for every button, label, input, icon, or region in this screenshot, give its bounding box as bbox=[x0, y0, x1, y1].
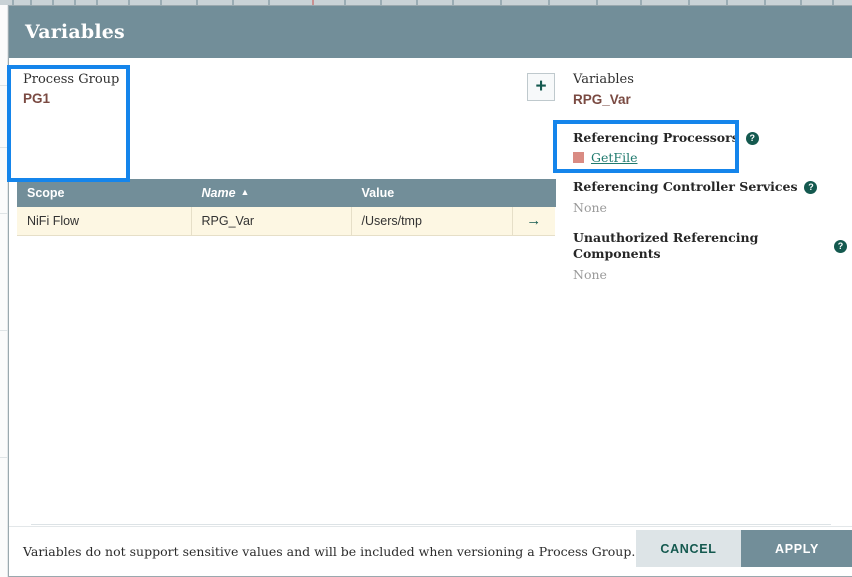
cell-value: /Users/tmp bbox=[351, 207, 513, 236]
help-icon[interactable]: ? bbox=[834, 239, 847, 253]
table-header-row: Scope Name ▲ Value bbox=[17, 179, 556, 207]
referencing-controller-services-empty: None bbox=[573, 200, 607, 215]
dialog-footer: Variables do not support sensitive value… bbox=[9, 524, 852, 576]
variables-table: Scope Name ▲ Value NiFi Flow RPG_Var /Use… bbox=[17, 179, 556, 236]
referencing-controller-services-section: Referencing Controller Services ? None bbox=[527, 179, 847, 216]
process-group-label: Process Group bbox=[23, 72, 120, 87]
dialog-title: Variables bbox=[25, 21, 125, 43]
unauthorized-referencing-components-section: Unauthorized Referencing Components ? No… bbox=[527, 230, 847, 283]
dialog-body: Process Group PG1 Scope Name ▲ Value NiF… bbox=[9, 58, 852, 528]
column-header-name-label: Name bbox=[201, 186, 236, 200]
apply-button[interactable]: APPLY bbox=[741, 530, 852, 567]
unauthorized-referencing-components-empty: None bbox=[573, 267, 607, 282]
variables-dialog: Variables Process Group PG1 Scope Name ▲… bbox=[8, 5, 852, 577]
process-group-name: PG1 bbox=[23, 91, 51, 106]
column-header-value[interactable]: Value bbox=[351, 179, 513, 207]
selected-variable-label: Variables bbox=[573, 72, 634, 87]
footer-note: Variables do not support sensitive value… bbox=[23, 544, 636, 559]
selected-variable-info: Variables RPG_Var bbox=[573, 71, 634, 109]
dialog-header: Variables bbox=[9, 6, 852, 58]
cell-name: RPG_Var bbox=[191, 207, 352, 236]
stopped-status-icon bbox=[573, 152, 584, 163]
table-row[interactable]: NiFi Flow RPG_Var /Users/tmp → bbox=[17, 207, 555, 236]
sort-ascending-icon: ▲ bbox=[240, 187, 250, 197]
page-root: Variables Process Group PG1 Scope Name ▲… bbox=[0, 0, 852, 577]
cell-scope: NiFi Flow bbox=[17, 207, 192, 236]
cancel-button[interactable]: CANCEL bbox=[636, 530, 741, 567]
column-header-name[interactable]: Name ▲ bbox=[191, 179, 352, 207]
selected-variable-name: RPG_Var bbox=[573, 92, 631, 107]
process-group-block: Process Group PG1 bbox=[23, 71, 523, 108]
unauthorized-referencing-components-title: Unauthorized Referencing Components bbox=[573, 230, 759, 261]
list-item[interactable]: GetFile bbox=[573, 150, 847, 165]
add-variable-button[interactable]: + bbox=[527, 73, 555, 101]
plus-icon: + bbox=[535, 76, 547, 97]
variable-details-panel: + Variables RPG_Var Referencing Processo… bbox=[527, 71, 847, 283]
add-variable-row: + Variables RPG_Var bbox=[527, 71, 847, 109]
referencing-controller-services-heading: Referencing Controller Services ? bbox=[573, 179, 847, 195]
help-icon[interactable]: ? bbox=[745, 131, 759, 145]
referencing-processors-title: Referencing Processors bbox=[573, 130, 739, 145]
footer-divider bbox=[31, 524, 831, 525]
referencing-processor-link[interactable]: GetFile bbox=[591, 150, 637, 165]
referencing-processors-heading: Referencing Processors ? bbox=[573, 130, 847, 146]
help-icon[interactable]: ? bbox=[804, 180, 818, 194]
referencing-processors-section: Referencing Processors ? GetFile bbox=[527, 130, 847, 165]
page-left-gutter bbox=[0, 5, 8, 577]
footer-buttons: CANCEL APPLY bbox=[636, 530, 852, 567]
unauthorized-referencing-components-heading: Unauthorized Referencing Components ? bbox=[573, 230, 847, 262]
referencing-controller-services-title: Referencing Controller Services bbox=[573, 179, 798, 194]
column-header-scope[interactable]: Scope bbox=[17, 179, 192, 207]
